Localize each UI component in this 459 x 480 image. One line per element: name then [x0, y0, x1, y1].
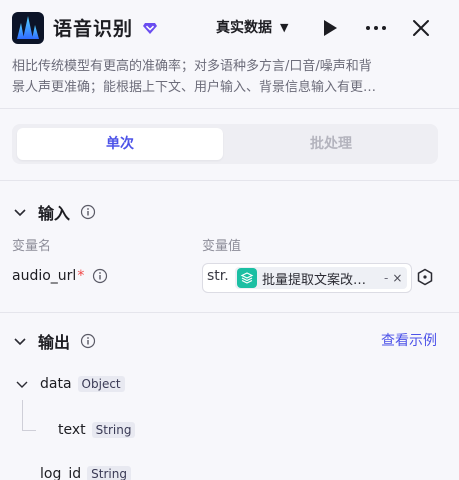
info-icon[interactable]	[80, 333, 96, 349]
view-example-link[interactable]: 查看示例	[381, 330, 437, 350]
divider	[0, 108, 459, 109]
field-type-badge: String	[91, 422, 136, 438]
input-section-header: 输入	[12, 200, 96, 224]
variable-picker-icon[interactable]	[416, 268, 434, 286]
output-section-title: 输出	[38, 333, 71, 352]
close-icon[interactable]	[410, 17, 432, 39]
param-name-text: audio_url	[12, 268, 77, 284]
output-section-header: 输出	[12, 329, 96, 353]
play-icon[interactable]	[320, 17, 340, 39]
column-label-name: 变量名	[12, 239, 52, 254]
variable-value-field[interactable]: str. 批量提取文案改… - ×	[202, 263, 412, 293]
reference-suffix: -	[384, 271, 389, 285]
divider	[0, 312, 459, 313]
tree-connector	[22, 400, 23, 430]
description-line-2: 景人声更准确；能根据上下文、用户输入、背景信息输入有更…	[12, 80, 377, 95]
info-icon[interactable]	[80, 204, 96, 220]
tab-batch[interactable]: 批处理	[228, 128, 434, 160]
dataset-label: 真实数据	[216, 20, 272, 36]
field-type-badge: String	[87, 466, 131, 480]
required-mark: *	[77, 268, 85, 284]
dataset-dropdown[interactable]: 真实数据 ▼	[216, 17, 288, 37]
speech-wave-logo	[12, 12, 44, 44]
output-field-text: text String	[58, 422, 136, 438]
divider	[0, 180, 459, 181]
field-name: data	[40, 376, 72, 392]
node-description: 相比传统模型有更高的准确率；对多语种多方言/口音/噪声和背 景人声更准确；能根据…	[12, 56, 442, 98]
more-icon[interactable]	[364, 18, 388, 38]
field-name: text	[58, 422, 86, 438]
remove-reference-icon[interactable]: ×	[392, 271, 402, 285]
diamond-icon	[142, 20, 158, 36]
field-type-badge: Object	[77, 376, 125, 392]
info-icon[interactable]	[92, 268, 108, 284]
mode-switch: 单次 批处理	[12, 124, 438, 164]
caret-down-icon: ▼	[280, 20, 289, 34]
field-name: log_id	[40, 466, 82, 480]
input-section-title: 输入	[38, 204, 71, 223]
tab-single[interactable]: 单次	[17, 128, 223, 160]
variable-reference-chip[interactable]: 批量提取文案改… - ×	[235, 267, 407, 289]
chevron-down-icon[interactable]	[12, 204, 28, 220]
param-name: audio_url *	[12, 268, 108, 284]
description-line-1: 相比传统模型有更高的准确率；对多语种多方言/口音/噪声和背	[12, 59, 372, 74]
reference-text: 批量提取文案改…	[262, 272, 367, 288]
layers-icon	[237, 268, 257, 288]
output-field-log-id: log_id String	[40, 466, 131, 480]
chevron-down-icon[interactable]	[14, 376, 30, 392]
header: 语音识别 真实数据 ▼	[0, 0, 459, 56]
app-title: 语音识别	[53, 18, 134, 40]
type-tag: str.	[207, 268, 229, 284]
chevron-down-icon[interactable]	[12, 333, 28, 349]
column-label-value: 变量值	[202, 239, 242, 254]
tree-connector	[22, 430, 36, 431]
output-field-data: data Object	[14, 376, 125, 392]
